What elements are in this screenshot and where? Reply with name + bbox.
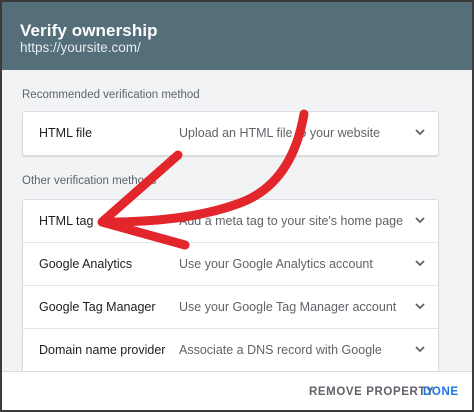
method-description: Upload an HTML file to your website (179, 126, 381, 140)
chevron-down-icon[interactable] (413, 299, 427, 313)
method-description: Use your Google Analytics account (179, 257, 373, 271)
recommended-methods-card: HTML file Upload an HTML file to your we… (22, 111, 439, 156)
method-description: Use your Google Tag Manager account (179, 300, 397, 314)
method-name: Google Tag Manager (39, 300, 156, 314)
dialog-title: Verify ownership (20, 21, 158, 40)
recommended-section-label: Recommended verification method (22, 89, 200, 101)
method-name: Domain name provider (39, 343, 166, 357)
method-row-html-file[interactable]: HTML file Upload an HTML file to your we… (23, 112, 438, 155)
remove-property-button[interactable]: REMOVE PROPERTY (309, 386, 434, 398)
verify-ownership-dialog: Verify ownership https://yoursite.com/ R… (0, 0, 474, 412)
method-name: Google Analytics (39, 257, 133, 271)
chevron-down-icon[interactable] (413, 125, 427, 139)
chevron-down-icon[interactable] (413, 213, 427, 227)
done-button[interactable]: DONE (423, 386, 459, 398)
site-url: https://yoursite.com/ (20, 40, 141, 55)
method-name: HTML file (39, 126, 93, 140)
method-description: Add a meta tag to your site's home page (179, 214, 404, 228)
dialog-header: Verify ownership https://yoursite.com/ (2, 2, 472, 70)
method-description: Associate a DNS record with Google (179, 343, 382, 357)
method-row-html-tag[interactable]: HTML tag Add a meta tag to your site's h… (23, 200, 438, 243)
dialog-footer: REMOVE PROPERTY DONE (2, 371, 472, 410)
method-name: HTML tag (39, 214, 94, 228)
method-row-google-analytics[interactable]: Google Analytics Use your Google Analyti… (23, 243, 438, 286)
other-methods-card: HTML tag Add a meta tag to your site's h… (22, 199, 439, 373)
method-row-google-tag-manager[interactable]: Google Tag Manager Use your Google Tag M… (23, 286, 438, 329)
chevron-down-icon[interactable] (413, 256, 427, 270)
method-row-domain-name-provider[interactable]: Domain name provider Associate a DNS rec… (23, 329, 438, 372)
other-section-label: Other verification methods (22, 175, 157, 187)
chevron-down-icon[interactable] (413, 342, 427, 356)
